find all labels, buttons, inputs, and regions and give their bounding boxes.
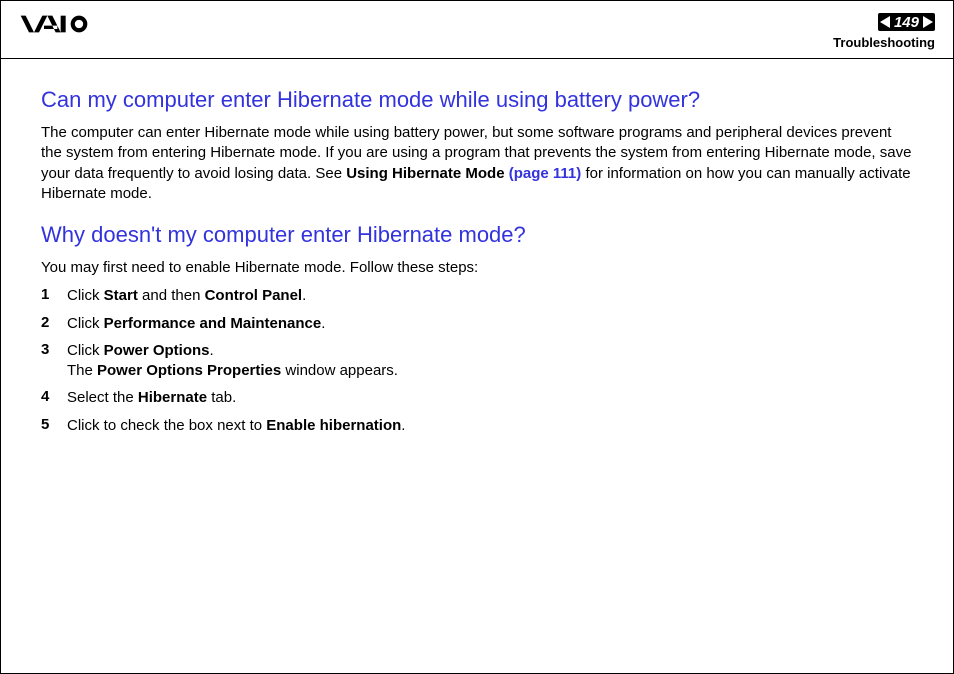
step-text: Select the Hibernate tab.	[67, 388, 913, 408]
step-number: 2	[41, 314, 67, 334]
step-1: 1 Click Start and then Control Panel.	[41, 286, 913, 306]
step-number: 1	[41, 286, 67, 306]
page-info: 149 Troubleshooting	[833, 13, 935, 50]
question-1-body: The computer can enter Hibernate mode wh…	[41, 123, 913, 204]
step-number: 4	[41, 388, 67, 408]
step-2: 2 Click Performance and Maintenance.	[41, 314, 913, 334]
question-2-intro: You may first need to enable Hibernate m…	[41, 258, 913, 278]
step-number: 5	[41, 416, 67, 436]
step-text: Click Performance and Maintenance.	[67, 314, 913, 334]
step-text: Click to check the box next to Enable hi…	[67, 416, 913, 436]
step-3: 3 Click Power Options.The Power Options …	[41, 341, 913, 382]
page-link-111[interactable]: (page 111)	[505, 165, 582, 182]
page-nav[interactable]: 149	[878, 13, 935, 31]
section-label: Troubleshooting	[833, 35, 935, 50]
steps-list: 1 Click Start and then Control Panel. 2 …	[41, 286, 913, 436]
page-number: 149	[894, 14, 919, 31]
vaio-logo	[19, 13, 119, 35]
question-1-title: Can my computer enter Hibernate mode whi…	[41, 87, 913, 113]
question-2-title: Why doesn't my computer enter Hibernate …	[41, 222, 913, 248]
step-5: 5 Click to check the box next to Enable …	[41, 416, 913, 436]
step-text: Click Start and then Control Panel.	[67, 286, 913, 306]
page-content: Can my computer enter Hibernate mode whi…	[1, 59, 953, 463]
prev-page-icon[interactable]	[880, 16, 890, 28]
step-text: Click Power Options.The Power Options Pr…	[67, 341, 913, 382]
page-header: 149 Troubleshooting	[1, 1, 953, 59]
step-number: 3	[41, 341, 67, 382]
step-4: 4 Select the Hibernate tab.	[41, 388, 913, 408]
q1-bold: Using Hibernate Mode	[346, 165, 504, 182]
next-page-icon[interactable]	[923, 16, 933, 28]
